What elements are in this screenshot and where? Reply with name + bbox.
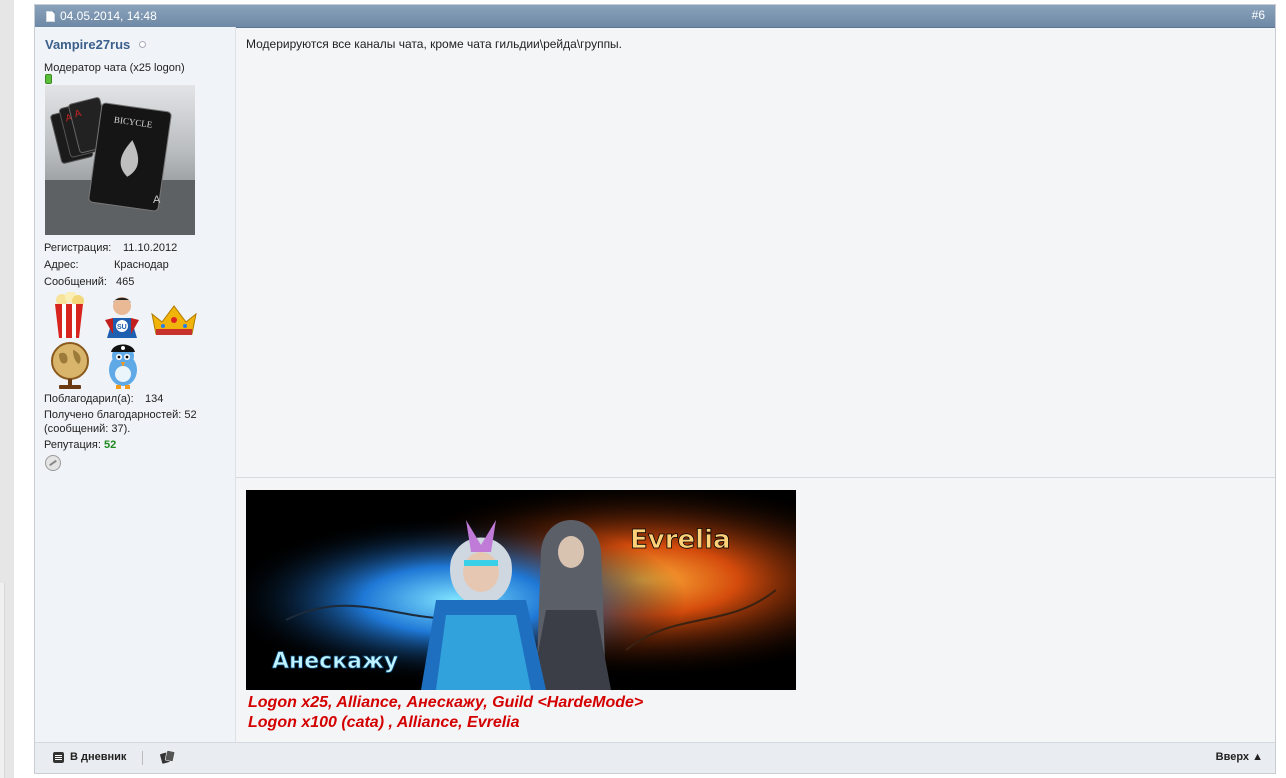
back-to-top-link[interactable]: Вверх ▲ — [1216, 751, 1263, 763]
post-content: Модерируются все каналы чата, кроме чата… — [236, 27, 1275, 743]
thanks-received-stat: Получено благодарностей: 52 — [44, 409, 197, 421]
post-header: 04.05.2014, 14:48 #6 — [35, 5, 1275, 28]
cards-icon[interactable] — [160, 750, 176, 764]
signature-divider — [236, 477, 1275, 478]
address-stat: Адрес: Краснодар — [44, 259, 169, 271]
avatar[interactable]: A A BICYCLE A — [45, 85, 195, 235]
signature-line-2: Logon x100 (cata) , Alliance, Evrelia — [248, 714, 520, 731]
reputation-bar — [45, 74, 52, 84]
left-gutter-lower — [0, 583, 5, 778]
superhero-award-icon[interactable]: SU — [99, 294, 145, 338]
svg-text:SU: SU — [117, 324, 127, 331]
offline-dot-icon — [139, 41, 146, 48]
svg-text:A: A — [153, 194, 161, 206]
crown-award-icon[interactable] — [149, 302, 199, 338]
reputation-stat: Репутация: 52 — [44, 439, 117, 451]
user-info-panel: Vampire27rus Модератор чата (x25 logon) — [35, 27, 236, 743]
popcorn-award-icon[interactable] — [51, 292, 87, 338]
blog-icon[interactable] — [53, 752, 64, 763]
thanked-stat: Поблагодарил(а): 134 — [44, 393, 164, 405]
pirate-bird-award-icon[interactable] — [103, 340, 143, 390]
user-title: Модератор чата (x25 logon) — [44, 62, 185, 74]
footer-divider — [142, 751, 143, 765]
banner-name-right: Evrelia — [630, 525, 731, 555]
private-message-icon[interactable] — [45, 455, 61, 471]
registration-stat: Регистрация: 11.10.2012 — [44, 242, 178, 254]
post-footer: В дневник Вверх ▲ — [35, 742, 1275, 773]
messages-stat: Сообщений: 465 — [44, 276, 135, 288]
post-message: Модерируются все каналы чата, кроме чата… — [246, 37, 623, 51]
document-icon — [46, 11, 55, 22]
thanks-received-posts: (сообщений: 37). — [44, 423, 131, 435]
add-to-blog-link[interactable]: В дневник — [70, 751, 126, 763]
signature-banner: Evrelia Анескажу — [246, 490, 796, 690]
post-number-link[interactable]: #6 — [1252, 8, 1265, 22]
post-date: 04.05.2014, 14:48 — [60, 9, 157, 23]
username-link[interactable]: Vampire27rus — [45, 37, 130, 52]
reputation-value: 52 — [103, 439, 117, 451]
banner-name-left: Анескажу — [272, 649, 398, 674]
forum-post: 04.05.2014, 14:48 #6 Vampire27rus Модера… — [34, 4, 1276, 774]
globe-award-icon[interactable] — [47, 340, 93, 390]
signature-line-1: Logon x25, Alliance, Анескажу, Guild <Ha… — [248, 694, 644, 711]
